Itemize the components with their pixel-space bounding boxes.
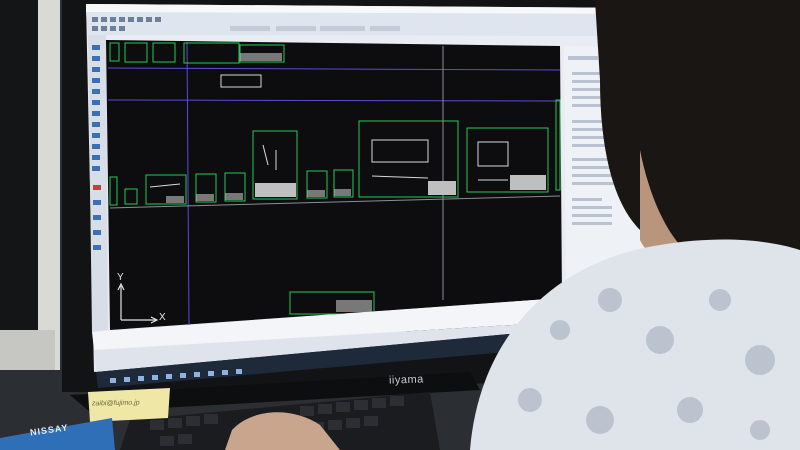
photo-scene: Y X iiyama zaibi@fujimo.jp NISSAY xyxy=(0,0,800,450)
sticky-note-text: zaibi@fujimo.jp xyxy=(91,399,140,408)
monitor-brand-logo: iiyama xyxy=(388,373,424,387)
ucs-axis-y-label: Y xyxy=(117,272,124,283)
left-monitor xyxy=(0,0,60,370)
cad-toolbar xyxy=(86,12,655,36)
ucs-axis-x-label: X xyxy=(159,312,166,323)
